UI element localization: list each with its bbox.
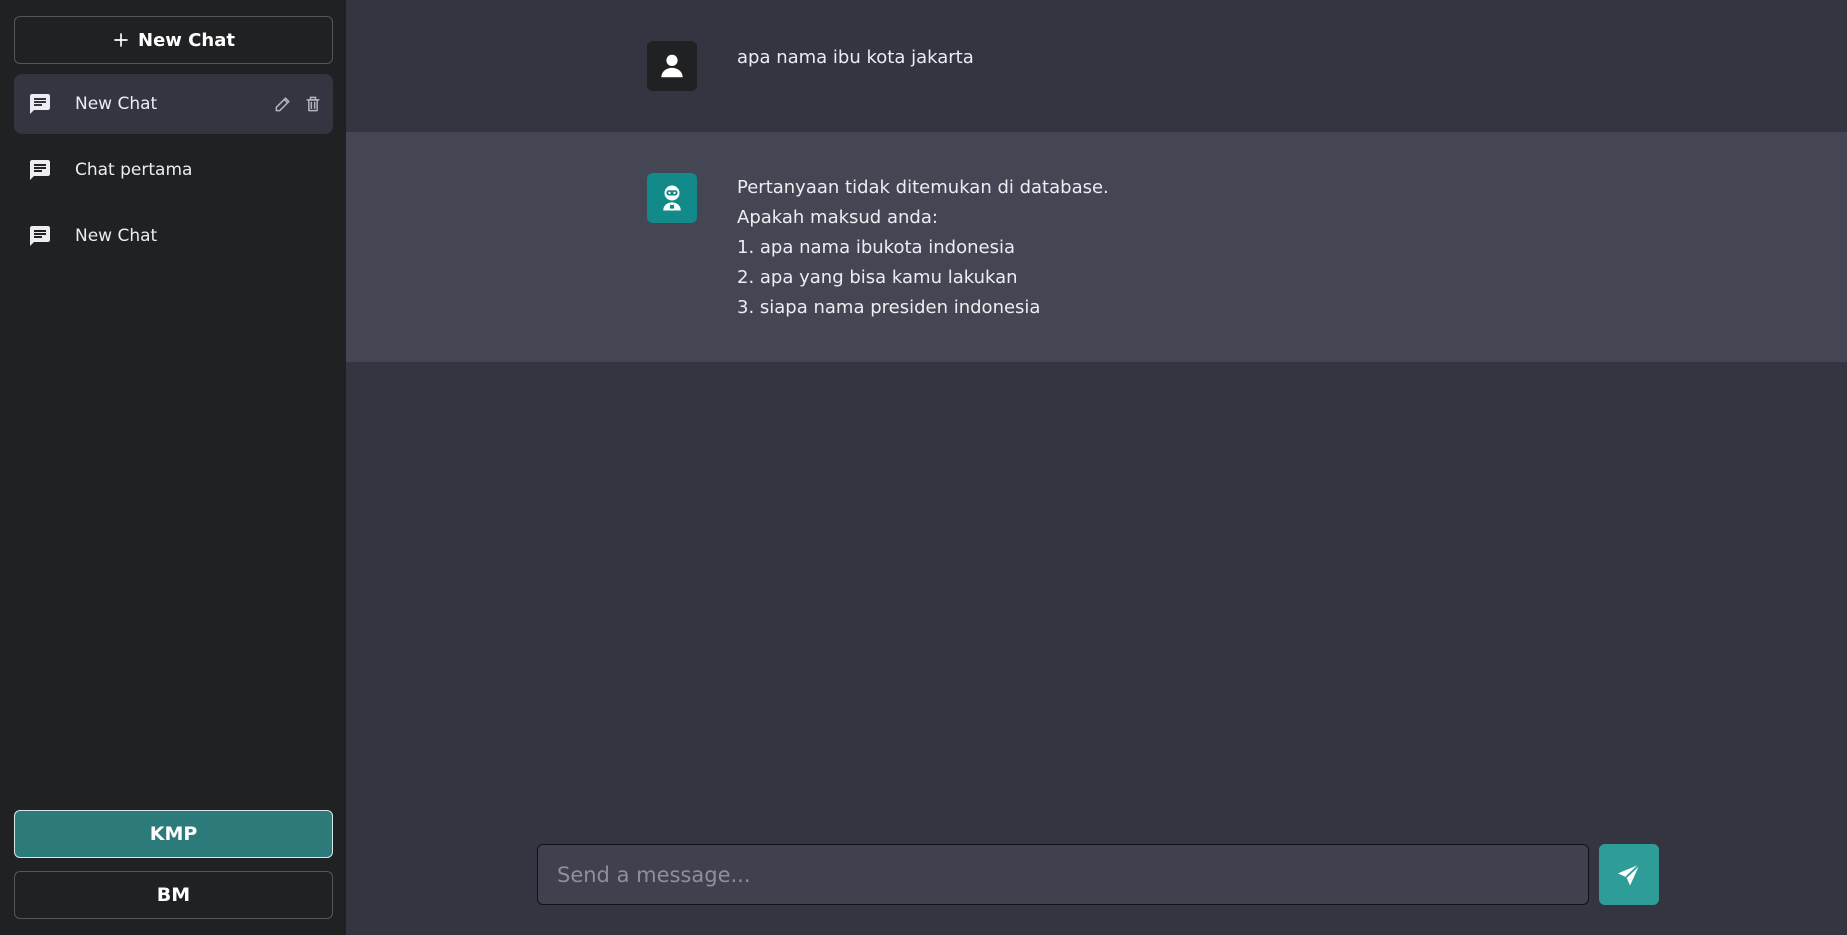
sidebar: New Chat New Chat Chat pertama New Chat …	[0, 0, 346, 935]
robot-icon	[657, 183, 687, 213]
chat-main: apa nama ibu kota jakarta Pertanyaan tid…	[346, 0, 1847, 935]
user-icon	[657, 51, 687, 81]
bot-message-line: Pertanyaan tidak ditemukan di database.	[737, 177, 1109, 198]
chat-bubble-icon	[28, 158, 52, 182]
history-item-actions	[273, 94, 323, 114]
bot-message-line: 3. siapa nama presiden indonesia	[737, 297, 1041, 318]
trash-icon[interactable]	[303, 94, 323, 114]
chat-history-list: New Chat Chat pertama New Chat	[14, 74, 333, 272]
history-item-label: Chat pertama	[75, 160, 193, 180]
pencil-icon[interactable]	[273, 94, 293, 114]
new-chat-label: New Chat	[138, 29, 235, 51]
bot-message-row: Pertanyaan tidak ditemukan di database. …	[346, 132, 1847, 362]
history-item-label: New Chat	[75, 94, 158, 114]
history-item-new-chat[interactable]: New Chat	[14, 206, 333, 266]
chat-bubble-icon	[28, 224, 52, 248]
history-item-new-chat-active[interactable]: New Chat	[14, 74, 333, 134]
message-input[interactable]	[537, 844, 1589, 905]
new-chat-button[interactable]: New Chat	[14, 16, 333, 64]
plus-icon	[112, 31, 130, 49]
history-item-label: New Chat	[75, 226, 158, 246]
bot-message-line: 2. apa yang bisa kamu lakukan	[737, 267, 1018, 288]
bot-message-line: 1. apa nama ibukota indonesia	[737, 237, 1016, 258]
bot-message-text: Pertanyaan tidak ditemukan di database. …	[737, 173, 1109, 323]
bot-avatar	[647, 173, 697, 223]
send-button[interactable]	[1599, 844, 1659, 905]
user-message-row: apa nama ibu kota jakarta	[346, 0, 1847, 132]
bot-message-line: Apakah maksud anda:	[737, 207, 938, 228]
mode-kmp-button[interactable]: KMP	[14, 810, 333, 858]
message-composer	[537, 844, 1607, 905]
chat-bubble-icon	[28, 92, 52, 116]
user-message-text: apa nama ibu kota jakarta	[737, 47, 974, 68]
chat-app: New Chat New Chat Chat pertama New Chat …	[0, 0, 1847, 935]
history-item-chat-pertama[interactable]: Chat pertama	[14, 140, 333, 200]
send-icon	[1615, 861, 1643, 889]
user-avatar	[647, 41, 697, 91]
mode-bm-button[interactable]: BM	[14, 871, 333, 919]
